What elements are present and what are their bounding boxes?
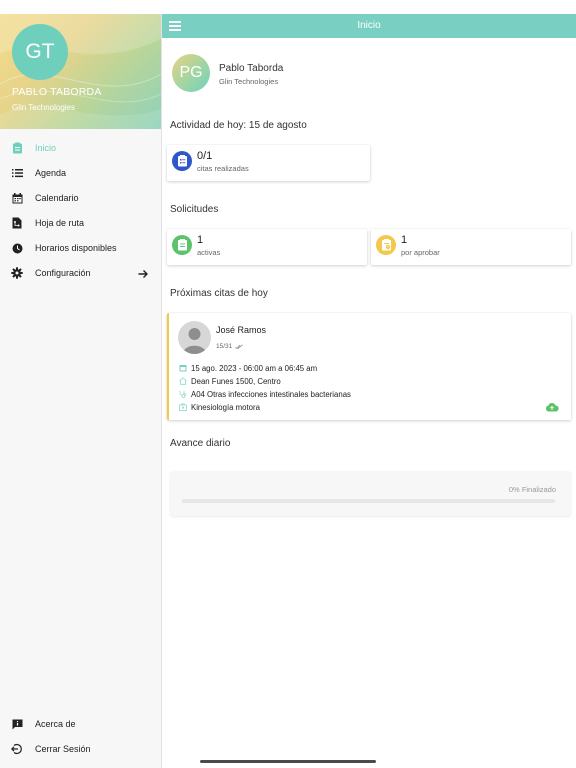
pending-requests-card[interactable]: 1 por aprobar bbox=[371, 229, 571, 265]
stethoscope-icon bbox=[178, 390, 187, 399]
profile-name: Pablo Taborda bbox=[219, 63, 284, 74]
clipboard-pending-icon bbox=[376, 235, 396, 255]
active-requests-value: 1 bbox=[197, 234, 204, 246]
sidebar-item-cerrar-sesion[interactable]: Cerrar Sesión bbox=[0, 739, 161, 759]
page-title: Inicio bbox=[357, 20, 381, 31]
cloud-upload-icon[interactable] bbox=[545, 399, 559, 412]
upcoming-title: Próximas citas de hoy bbox=[170, 288, 268, 299]
sidebar-item-label: Horarios disponibles bbox=[35, 243, 117, 253]
logout-icon bbox=[11, 743, 23, 755]
sidebar-header: GT PABLO TABORDA Glin Technologies bbox=[0, 14, 161, 129]
home-icon bbox=[178, 377, 187, 386]
sidebar-item-label: Configuración bbox=[35, 268, 91, 278]
clipboard-icon bbox=[11, 142, 23, 154]
sidebar-item-label: Acerca de bbox=[35, 719, 76, 729]
arrow-right-icon bbox=[137, 267, 149, 279]
sidebar-item-horarios-disponibles[interactable]: Horarios disponibles bbox=[0, 238, 161, 258]
daily-progress-card: 0% Finalizado bbox=[170, 471, 571, 516]
sidebar: GT PABLO TABORDA Glin Technologies Inici… bbox=[0, 14, 162, 768]
session-count: 15/31 bbox=[216, 343, 244, 350]
sidebar-item-label: Cerrar Sesión bbox=[35, 744, 91, 754]
completed-appointments-card[interactable]: 0/1 citas realizadas bbox=[167, 145, 370, 181]
patient-name: José Ramos bbox=[216, 325, 267, 335]
info-message-icon bbox=[11, 718, 23, 730]
completed-appointments-value: 0/1 bbox=[197, 150, 213, 162]
sidebar-item-configuracion[interactable]: Configuración bbox=[0, 263, 161, 283]
gear-icon bbox=[11, 267, 23, 279]
sidebar-item-hoja-de-ruta[interactable]: Hoja de ruta bbox=[0, 213, 161, 233]
appointment-datetime-row: 15 ago. 2023 - 06:00 am a 06:45 am bbox=[178, 363, 317, 373]
profile-avatar: PG bbox=[172, 54, 210, 92]
home-indicator[interactable] bbox=[200, 760, 376, 763]
sidebar-item-label: Calendario bbox=[35, 193, 79, 203]
completed-appointments-label: citas realizadas bbox=[197, 164, 249, 173]
appointment-diagnosis-row: A04 Otras infecciones intestinales bacte… bbox=[178, 389, 351, 399]
appointment-address-row: Dean Funes 1500, Centro bbox=[178, 376, 281, 386]
app-screen: GT PABLO TABORDA Glin Technologies Inici… bbox=[0, 0, 576, 768]
sidebar-avatar[interactable]: GT bbox=[12, 24, 68, 80]
progress-title: Avance diario bbox=[170, 438, 231, 449]
session-count-text: 15/31 bbox=[216, 343, 233, 350]
progress-bar bbox=[182, 499, 555, 503]
sidebar-item-acerca-de[interactable]: Acerca de bbox=[0, 714, 161, 734]
sidebar-item-agenda[interactable]: Agenda bbox=[0, 163, 161, 183]
sidebar-item-calendario[interactable]: Calendario bbox=[0, 188, 161, 208]
route-sheet-icon bbox=[11, 217, 23, 229]
appointment-address: Dean Funes 1500, Centro bbox=[191, 376, 281, 386]
sidebar-item-label: Hoja de ruta bbox=[35, 218, 85, 228]
main-content: PG Pablo Taborda Glin Technologies Activ… bbox=[162, 38, 576, 768]
pending-requests-label: por aprobar bbox=[401, 248, 440, 257]
checklist-icon bbox=[172, 151, 192, 171]
profile-company: Glin Technologies bbox=[219, 77, 279, 86]
sidebar-company: Glin Technologies bbox=[12, 103, 76, 112]
sidebar-item-label: Agenda bbox=[35, 168, 67, 178]
appointment-service: Kinesiología motora bbox=[191, 402, 260, 412]
list-icon bbox=[11, 167, 23, 179]
double-check-icon bbox=[235, 343, 244, 349]
calendar-icon bbox=[11, 192, 23, 204]
appointment-diagnosis: A04 Otras infecciones intestinales bacte… bbox=[191, 389, 351, 399]
patient-avatar bbox=[178, 321, 211, 354]
progress-label: 0% Finalizado bbox=[508, 485, 556, 494]
pending-requests-value: 1 bbox=[401, 234, 408, 246]
sidebar-user-name: PABLO TABORDA bbox=[12, 86, 102, 98]
appointment-datetime: 15 ago. 2023 - 06:00 am a 06:45 am bbox=[191, 363, 318, 373]
clock-icon bbox=[11, 242, 23, 254]
clipboard-check-icon bbox=[172, 235, 192, 255]
medical-kit-icon bbox=[178, 403, 187, 412]
activity-title: Actividad de hoy: 15 de agosto bbox=[170, 120, 307, 131]
active-requests-card[interactable]: 1 activas bbox=[167, 229, 367, 265]
sidebar-item-label: Inicio bbox=[35, 143, 57, 153]
appointment-service-row: Kinesiología motora bbox=[178, 402, 260, 412]
sidebar-item-inicio[interactable]: Inicio bbox=[0, 138, 161, 158]
requests-title: Solicitudes bbox=[170, 204, 219, 215]
top-bar: Inicio bbox=[162, 14, 576, 38]
calendar-icon bbox=[178, 364, 187, 373]
appointment-card[interactable]: José Ramos 15/31 15 ago. 2023 - 06:00 am… bbox=[167, 313, 571, 420]
active-requests-label: activas bbox=[197, 248, 221, 257]
